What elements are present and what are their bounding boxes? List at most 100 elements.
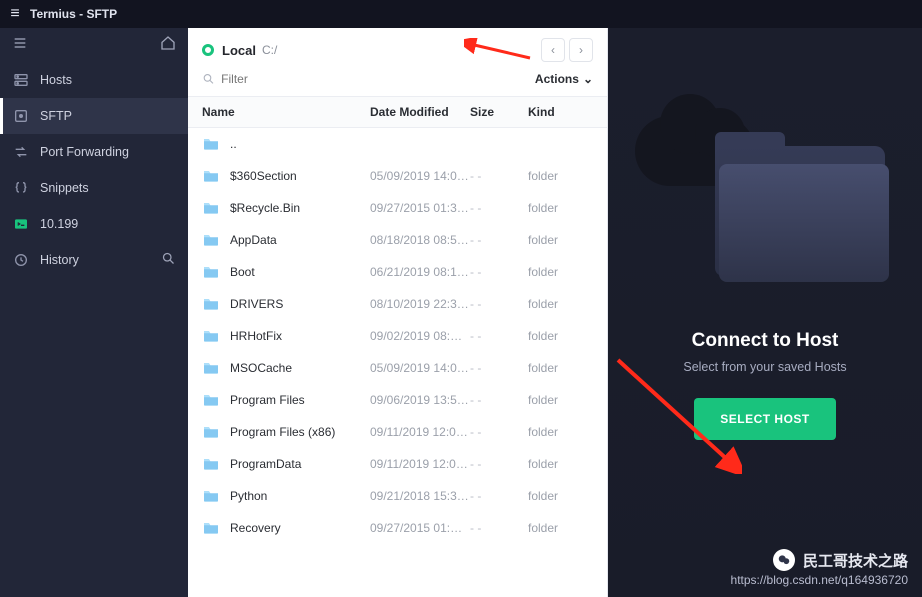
file-size: - - [470, 201, 528, 215]
file-kind: folder [528, 233, 593, 247]
file-name: ProgramData [202, 457, 370, 471]
file-size: - - [470, 329, 528, 343]
sidebar-item-label: Hosts [40, 73, 72, 87]
sidebar-item-sftp[interactable]: SFTP [0, 98, 188, 134]
filter-input[interactable] [221, 72, 527, 86]
file-kind: folder [528, 265, 593, 279]
col-size[interactable]: Size [470, 105, 528, 119]
table-row[interactable]: Program Files09/06/2019 13:5…- -folder [188, 384, 607, 416]
file-kind: folder [528, 297, 593, 311]
sidebar-item-label: Snippets [40, 181, 89, 195]
file-date: 09/02/2019 08:… [370, 329, 470, 343]
chevron-down-icon: ⌄ [583, 72, 593, 86]
home-icon[interactable] [160, 35, 176, 55]
table-row[interactable]: .. [188, 128, 607, 160]
table-row[interactable]: Program Files (x86)09/11/2019 12:0…- -fo… [188, 416, 607, 448]
col-name[interactable]: Name [202, 105, 370, 119]
sidebar-item-hosts[interactable]: Hosts [0, 62, 188, 98]
sidebar-item-label: 10.199 [40, 217, 78, 231]
folder-icon [202, 521, 220, 535]
actions-label: Actions [535, 72, 579, 86]
file-kind: folder [528, 201, 593, 215]
file-size: - - [470, 233, 528, 247]
sidebar-item-10-199[interactable]: 10.199 [0, 206, 188, 242]
file-kind: folder [528, 329, 593, 343]
folder-icon [202, 169, 220, 183]
file-date: 09/27/2015 01:3… [370, 201, 470, 215]
file-size: - - [470, 489, 528, 503]
wechat-icon [773, 549, 795, 571]
folder-icon [202, 489, 220, 503]
menu-icon[interactable]: ≡ [0, 5, 30, 23]
col-date[interactable]: Date Modified [370, 105, 470, 119]
file-name: HRHotFix [202, 329, 370, 343]
folder-icon [202, 393, 220, 407]
file-date: 05/09/2019 14:0… [370, 169, 470, 183]
file-kind: folder [528, 361, 593, 375]
table-row[interactable]: Boot06/21/2019 08:1…- -folder [188, 256, 607, 288]
file-name: $Recycle.Bin [202, 201, 370, 215]
titlebar: ≡ Termius - SFTP [0, 0, 922, 28]
folder-icon [202, 457, 220, 471]
table-row[interactable]: HRHotFix09/02/2019 08:…- -folder [188, 320, 607, 352]
file-kind: folder [528, 489, 593, 503]
table-row[interactable]: $360Section05/09/2019 14:0…- -folder [188, 160, 607, 192]
file-name: Python [202, 489, 370, 503]
sidebar-item-snippets[interactable]: Snippets [0, 170, 188, 206]
folder-illustration [655, 126, 875, 296]
sidebar-item-history[interactable]: History [0, 242, 188, 278]
arrows-icon [12, 143, 30, 161]
file-pane: Local C:/ ‹ › Actions [188, 28, 608, 597]
sidebar-back-icon[interactable] [12, 35, 28, 55]
location-label: Local [222, 43, 256, 58]
connect-title: Connect to Host [692, 330, 839, 352]
file-size: - - [470, 169, 528, 183]
file-kind: folder [528, 425, 593, 439]
actions-button[interactable]: Actions ⌄ [535, 72, 593, 86]
sidebar-item-label: Port Forwarding [40, 145, 129, 159]
connect-subtitle: Select from your saved Hosts [683, 360, 846, 374]
sidebar-item-port-forwarding[interactable]: Port Forwarding [0, 134, 188, 170]
file-list[interactable]: ..$360Section05/09/2019 14:0…- -folder$R… [188, 128, 607, 597]
col-kind[interactable]: Kind [528, 105, 593, 119]
file-name: MSOCache [202, 361, 370, 375]
table-row[interactable]: ProgramData09/11/2019 12:0…- -folder [188, 448, 607, 480]
search-icon[interactable] [161, 251, 176, 269]
table-row[interactable]: MSOCache05/09/2019 14:0…- -folder [188, 352, 607, 384]
sidebar-item-label: SFTP [40, 109, 72, 123]
annotation-arrow-icon [464, 38, 534, 62]
sftp-icon [12, 107, 30, 125]
folder-icon [202, 425, 220, 439]
watermark-url: https://blog.csdn.net/q164936720 [731, 573, 908, 587]
nav-prev-button[interactable]: ‹ [541, 38, 565, 62]
sidebar: Hosts SFTP Port Forwarding Snippets 10.199 Hi… [0, 28, 188, 597]
file-date: 09/11/2019 12:0… [370, 457, 470, 471]
search-icon [202, 72, 215, 86]
location-path[interactable]: C:/ [262, 43, 277, 57]
host-pane: Connect to Host Select from your saved H… [608, 28, 922, 597]
file-name: DRIVERS [202, 297, 370, 311]
table-row[interactable]: Python09/21/2018 15:31…- -folder [188, 480, 607, 512]
table-row[interactable]: Recovery09/27/2015 01:…- -folder [188, 512, 607, 544]
file-date: 09/06/2019 13:5… [370, 393, 470, 407]
file-date: 08/18/2018 08:5… [370, 233, 470, 247]
braces-icon [12, 179, 30, 197]
select-host-button[interactable]: SELECT HOST [694, 398, 836, 440]
file-name: AppData [202, 233, 370, 247]
file-kind: folder [528, 393, 593, 407]
file-date: 08/10/2019 22:3… [370, 297, 470, 311]
table-row[interactable]: DRIVERS08/10/2019 22:3…- -folder [188, 288, 607, 320]
file-kind: folder [528, 457, 593, 471]
file-size: - - [470, 393, 528, 407]
table-row[interactable]: $Recycle.Bin09/27/2015 01:3…- -folder [188, 192, 607, 224]
file-name: Recovery [202, 521, 370, 535]
connection-status-icon [202, 44, 214, 56]
file-size: - - [470, 521, 528, 535]
nav-next-button[interactable]: › [569, 38, 593, 62]
folder-icon [202, 201, 220, 215]
file-date: 09/27/2015 01:… [370, 521, 470, 535]
file-name: Program Files [202, 393, 370, 407]
watermark-text: 民工哥技术之路 [803, 550, 908, 571]
table-row[interactable]: AppData08/18/2018 08:5…- -folder [188, 224, 607, 256]
folder-icon [202, 265, 220, 279]
